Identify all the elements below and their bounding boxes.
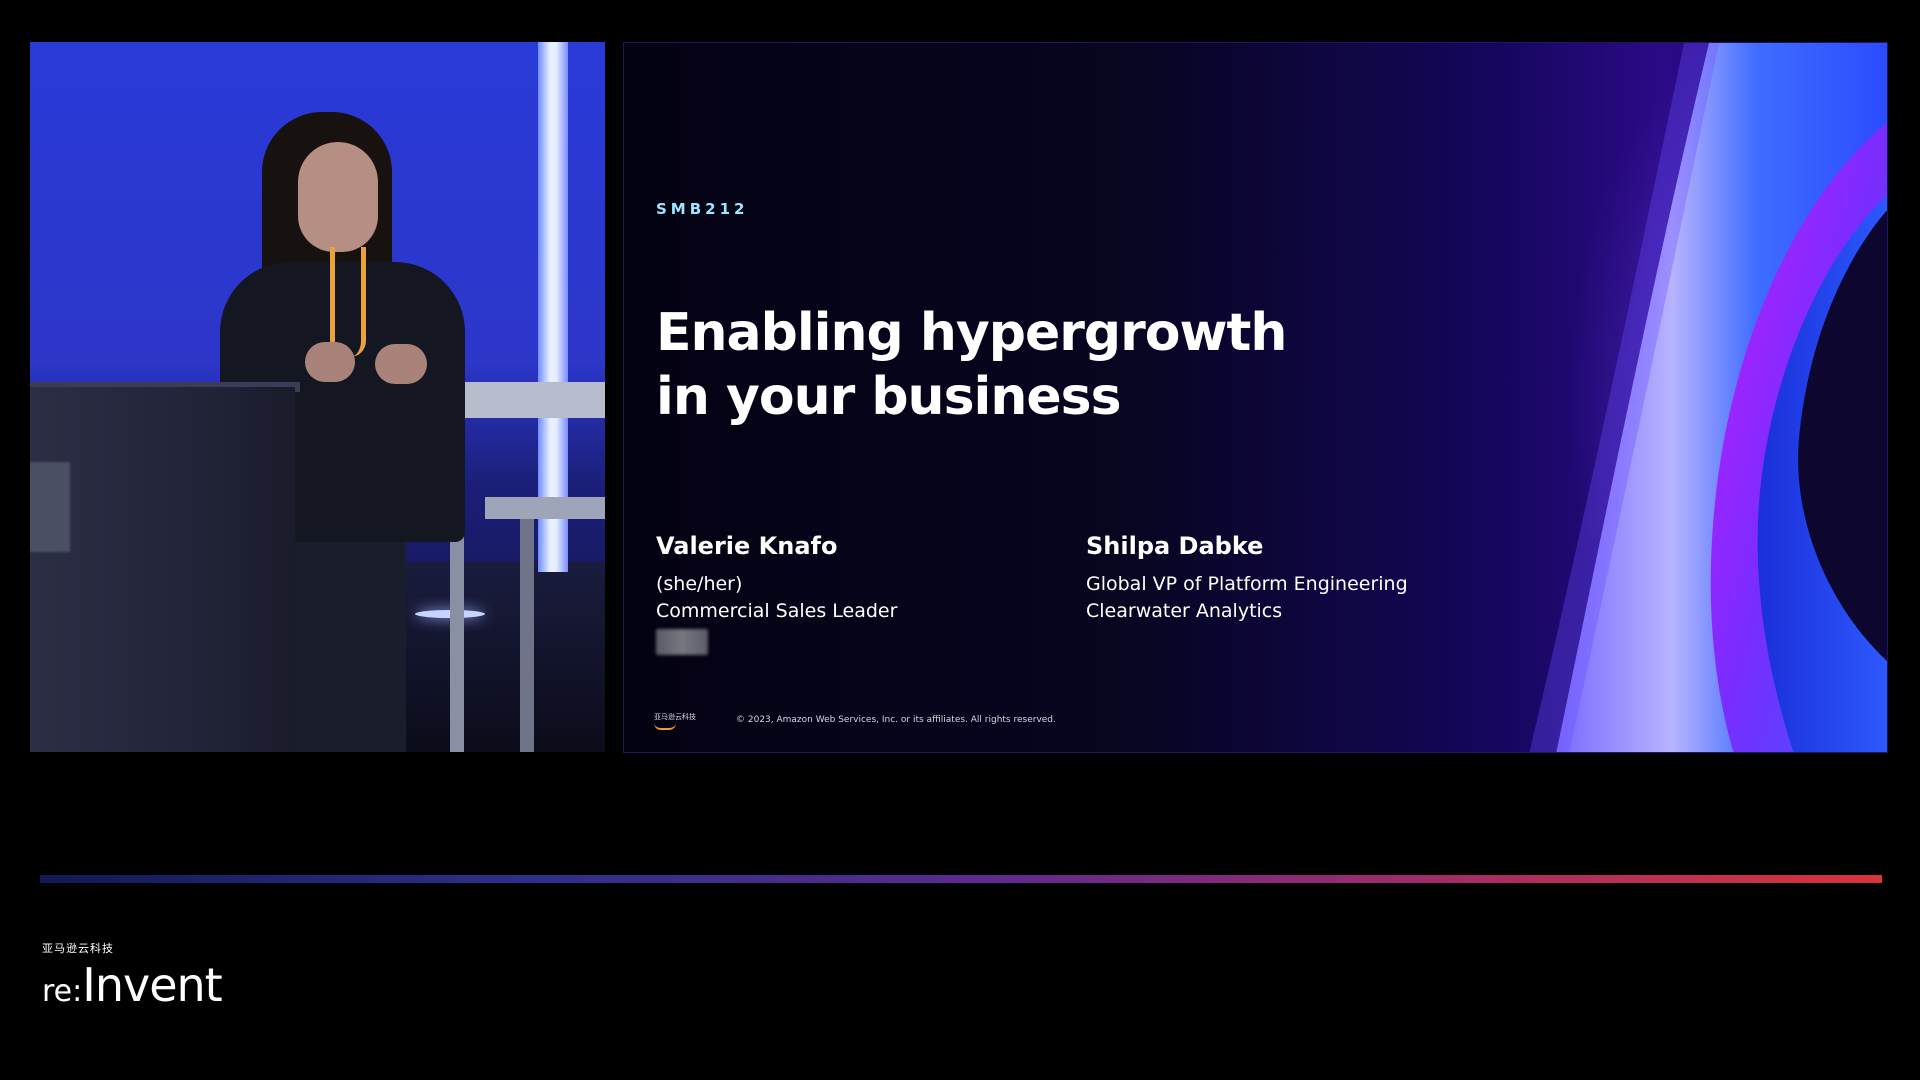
speaker-card-1: Valerie Knafo (she/her) Commercial Sales… — [656, 531, 897, 655]
aws-logo: 亚马逊云科技 — [654, 713, 696, 731]
slide-title: Enabling hypergrowth in your business — [656, 301, 1376, 429]
stage-light-strip — [538, 42, 568, 572]
brand-chinese-label: 亚马逊云科技 — [42, 942, 114, 955]
speaker-company: Clearwater Analytics — [1086, 600, 1283, 622]
presenter-legs — [288, 532, 406, 752]
aws-smile-icon — [654, 723, 676, 730]
redacted-area — [30, 462, 70, 552]
reinvent-name: Invent — [82, 958, 222, 1012]
speaker-card-2: Shilpa Dabke Global VP of Platform Engin… — [1086, 531, 1408, 625]
reinvent-wordmark: re:Invent — [42, 958, 223, 1012]
speaker-camera-feed — [30, 42, 605, 752]
reinvent-prefix: re: — [42, 974, 83, 1009]
presenter-face — [298, 142, 378, 252]
redacted-company — [656, 629, 708, 655]
slide-title-line: in your business — [656, 367, 1122, 427]
presenter-hand — [375, 344, 427, 384]
presenter-hand — [305, 342, 355, 382]
event-stream-view: SMB212 Enabling hypergrowth in your busi… — [0, 0, 1920, 1080]
slide-title-line: Enabling hypergrowth — [656, 303, 1287, 363]
speaker-pronouns: (she/her) — [656, 573, 743, 595]
session-code: SMB212 — [656, 200, 749, 218]
aws-logo-text: 亚马逊云科技 — [654, 713, 696, 721]
chair — [450, 382, 605, 418]
speaker-name: Valerie Knafo — [656, 532, 838, 560]
lanyard — [330, 247, 366, 357]
presentation-slide: SMB212 Enabling hypergrowth in your busi… — [623, 42, 1888, 753]
chair-seat — [485, 497, 605, 519]
speaker-role: Global VP of Platform Engineering — [1086, 573, 1408, 595]
speaker-name: Shilpa Dabke — [1086, 532, 1264, 560]
event-brand-logo: 亚马逊云科技 re:Invent — [42, 942, 223, 1012]
chair-leg — [520, 519, 534, 752]
speaker-role: Commercial Sales Leader — [656, 600, 898, 622]
podium — [30, 387, 295, 752]
accent-gradient-bar — [40, 875, 1882, 883]
copyright-notice: © 2023, Amazon Web Services, Inc. or its… — [736, 715, 1056, 725]
